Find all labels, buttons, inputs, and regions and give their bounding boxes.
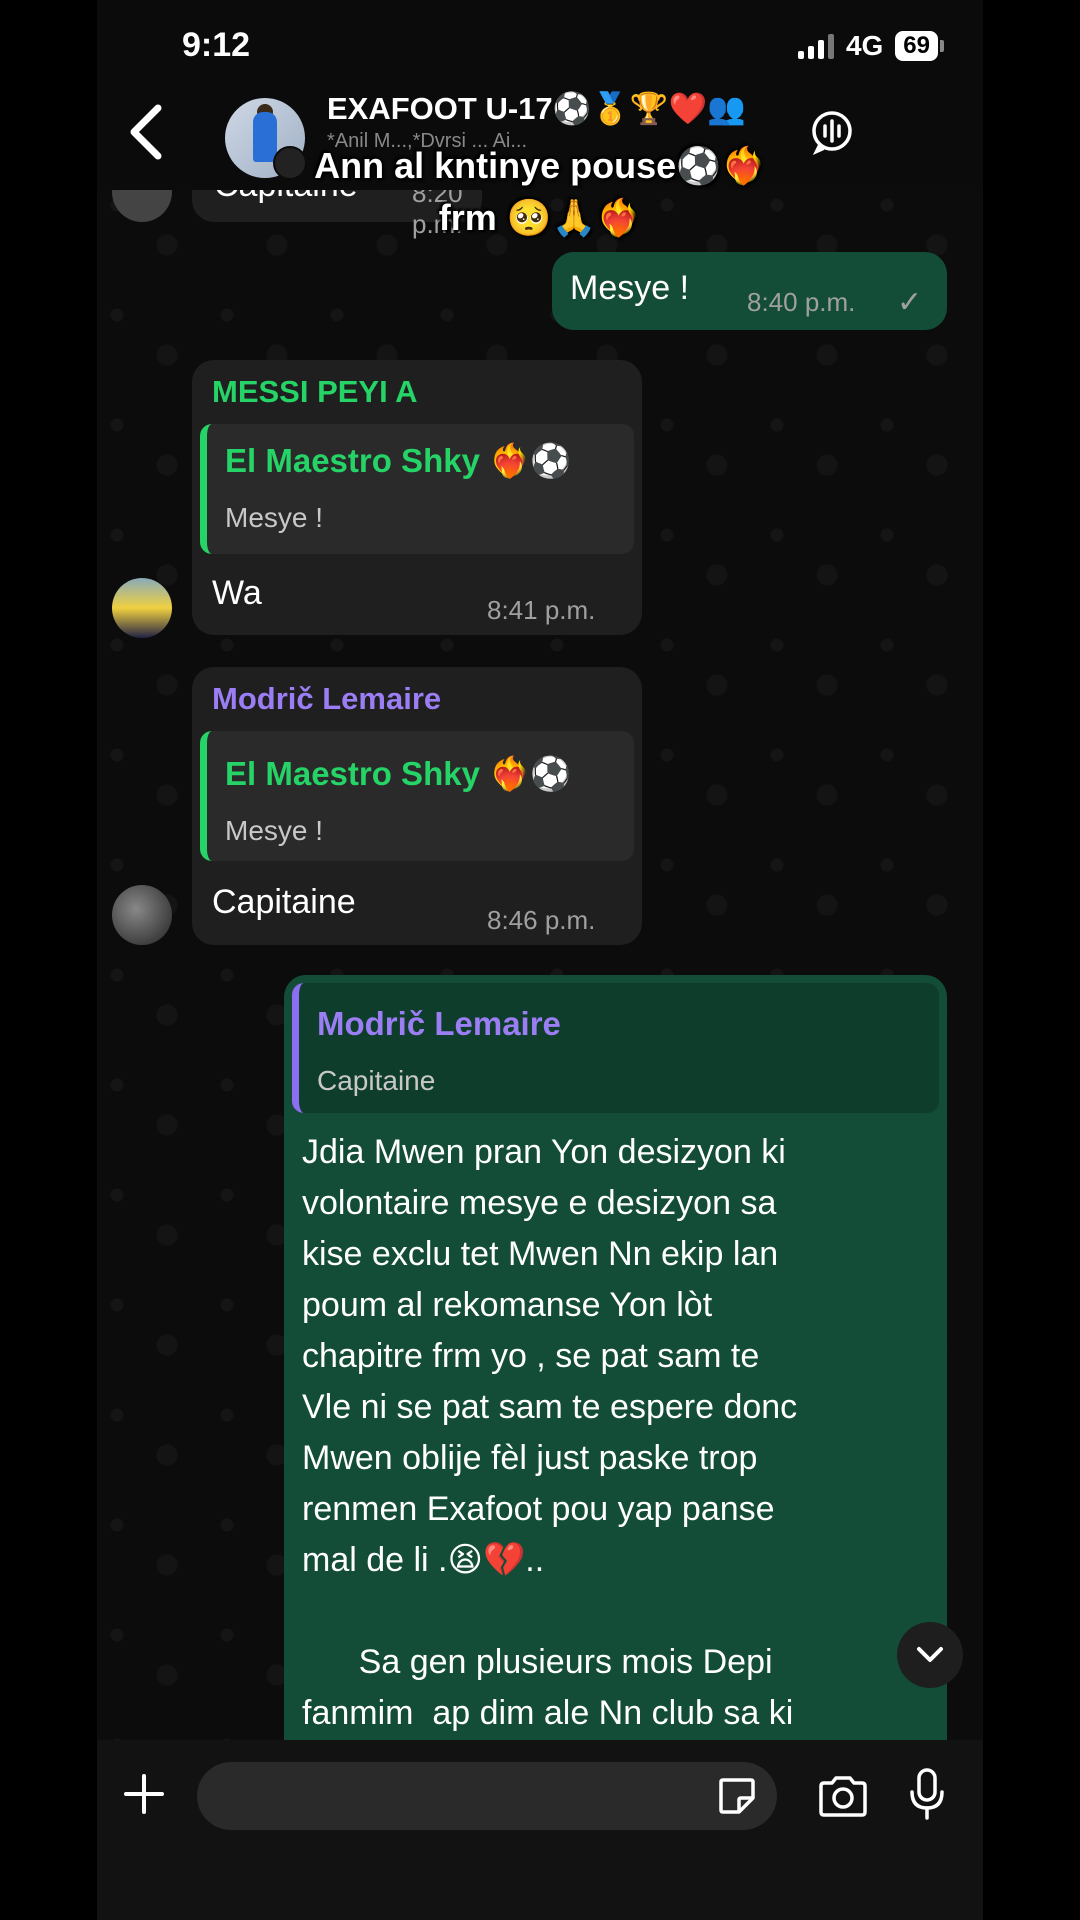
back-arrow-icon[interactable] [122, 102, 172, 162]
message-line [302, 1586, 932, 1637]
status-time: 9:12 [182, 26, 251, 64]
avatar[interactable] [112, 885, 172, 945]
sender-name[interactable]: MESSI PEYI A [212, 374, 418, 410]
quote-sender: El Maestro Shky ❤️‍🔥⚽ [225, 442, 572, 479]
message-line: Jdia Mwen pran Yon desizyon ki [302, 1133, 786, 1171]
message-bubble[interactable]: MESSI PEYI A El Maestro Shky ❤️‍🔥⚽ Mesye… [192, 360, 642, 635]
sticker-icon[interactable] [717, 1776, 757, 1816]
message-line: Vle ni se pat sam te espere donc [302, 1388, 798, 1426]
message-text: Capitaine [212, 883, 356, 921]
message-text: Mesye ! [570, 269, 690, 307]
quoted-message[interactable]: El Maestro Shky ❤️‍🔥⚽ Mesye ! [200, 731, 634, 861]
quote-text: Mesye ! [225, 502, 324, 533]
message-bubble-outgoing[interactable]: Modrič Lemaire Capitaine Jdia Mwen pran … [284, 975, 947, 1775]
message-line: fanmim ap dim ale Nn club sa ki [302, 1694, 794, 1732]
message-text: Wa [212, 574, 262, 612]
signal-icon [797, 33, 834, 59]
sent-check-icon: ✓ [897, 286, 923, 319]
group-members: *Anil M...,*Dvrsi ... Ai... [327, 130, 528, 152]
message-bubble-outgoing[interactable]: Mesye ! 8:40 p.m. ✓ [552, 252, 947, 330]
group-name[interactable]: EXAFOOT U-17⚽🥇🏆❤️👥 [327, 90, 746, 127]
chat-header: EXAFOOT U-17⚽🥇🏆❤️👥 *Anil M...,*Dvrsi ...… [97, 80, 983, 190]
quote-sender: El Maestro Shky ❤️‍🔥⚽ [225, 755, 572, 792]
message-line: Sa gen plusieurs mois Depi [302, 1643, 773, 1681]
network-type: 4G [845, 30, 884, 61]
message-time: 8:46 p.m. [487, 905, 596, 935]
status-indicators: 4G 69 [797, 30, 944, 62]
disappearing-timer-icon [273, 146, 307, 180]
message-line: Mwen oblije fèl just paske trop [302, 1439, 758, 1477]
message-bubble[interactable]: Modrič Lemaire El Maestro Shky ❤️‍🔥⚽ Mes… [192, 667, 642, 945]
scroll-down-button[interactable] [897, 1622, 963, 1688]
chevron-down-icon [917, 1647, 943, 1662]
message-text: Jdia Mwen pran Yon desizyon ki volontair… [302, 1127, 932, 1739]
microphone-icon[interactable] [909, 1768, 945, 1820]
sender-name[interactable]: Modrič Lemaire [212, 681, 441, 717]
message-line: poum al rekomanse Yon lòt [302, 1286, 713, 1324]
plus-icon[interactable] [122, 1772, 166, 1816]
message-line: kise exclu tet Mwen Nn ekip lan [302, 1235, 779, 1273]
message-time: 8:41 p.m. [487, 595, 596, 625]
quote-sender: Modrič Lemaire [317, 1005, 561, 1042]
avatar[interactable] [112, 578, 172, 638]
message-line: renmen Exafoot pou yap panse [302, 1490, 775, 1528]
quote-text: Capitaine [317, 1065, 436, 1096]
message-line: chapitre frm yo , se pat sam te [302, 1337, 760, 1375]
quote-text: Mesye ! [225, 815, 324, 846]
phone-screen: 9:12 4G 69 Capitaine 8:20 p.m. EXAFOOT U… [97, 0, 983, 1920]
quoted-message[interactable]: El Maestro Shky ❤️‍🔥⚽ Mesye ! [200, 424, 634, 554]
message-line: mal de li .😫💔.. [302, 1541, 545, 1579]
battery-icon: 69 [895, 31, 944, 61]
message-input-bar [97, 1740, 983, 1920]
message-input[interactable] [197, 1762, 777, 1830]
quoted-message[interactable]: Modrič Lemaire Capitaine [292, 983, 939, 1113]
message-time: 8:40 p.m. [747, 287, 856, 317]
message-line: volontaire mesye e desizyon sa [302, 1184, 777, 1222]
voice-chat-icon[interactable] [809, 110, 855, 156]
camera-icon[interactable] [817, 1774, 869, 1818]
